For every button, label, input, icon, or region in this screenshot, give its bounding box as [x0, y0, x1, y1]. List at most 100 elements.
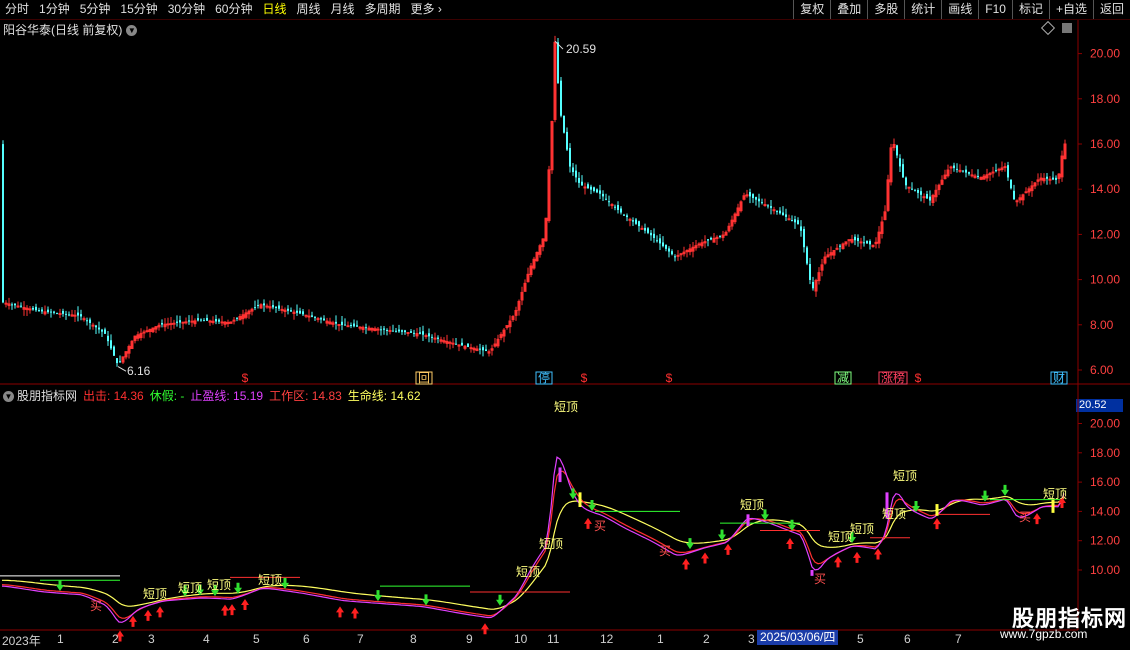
candle	[299, 307, 301, 315]
ind-y-tick-label-2: 16.00	[1090, 475, 1120, 489]
candle	[791, 215, 793, 222]
candle	[982, 173, 986, 180]
indicator-text-15: 买	[594, 519, 606, 533]
candle	[455, 338, 457, 345]
candle	[694, 240, 698, 251]
candle	[280, 305, 284, 314]
candle	[181, 321, 185, 330]
candle	[2, 140, 4, 304]
candle	[911, 182, 913, 191]
date-label-6: 6	[303, 632, 310, 646]
candle	[511, 315, 515, 322]
indicator-text-3: 短顶	[1043, 487, 1067, 501]
candle	[653, 228, 655, 243]
candle	[620, 206, 622, 215]
date-label-7: 7	[357, 632, 364, 646]
candle	[479, 343, 481, 355]
candle	[745, 189, 749, 198]
candle	[388, 326, 392, 335]
candle	[985, 168, 989, 182]
date-axis: 2023年 1 2 3 4 5 6 7 8 9 10 11 12 1 2 3 5 6 7	[0, 631, 1078, 648]
buy-arrow-icon	[724, 543, 732, 555]
candle	[682, 246, 686, 257]
candle	[431, 334, 433, 343]
stock-chart[interactable]: 20.00 18.00 16.00 14.00 12.00 10.00 8.00 6.00 20…	[0, 0, 1130, 650]
candle	[65, 310, 67, 320]
candle	[656, 235, 658, 243]
candle	[82, 316, 86, 322]
candle	[899, 154, 901, 172]
candle	[475, 345, 479, 352]
candle	[529, 263, 533, 278]
candle	[353, 319, 355, 328]
candle	[176, 315, 178, 327]
candle	[314, 316, 316, 322]
candle	[238, 313, 242, 321]
candle	[472, 346, 476, 353]
candle	[220, 315, 224, 327]
candle	[113, 345, 115, 356]
candle	[920, 187, 922, 202]
date-label-17: 6	[904, 632, 911, 646]
candle	[761, 198, 763, 205]
ind-y-tick-label-1: 18.00	[1090, 446, 1120, 460]
candle	[566, 127, 568, 151]
candle	[287, 305, 289, 315]
candle	[461, 338, 463, 346]
candle	[16, 301, 20, 308]
candle	[22, 301, 26, 316]
candle	[32, 305, 34, 311]
candle	[590, 184, 592, 195]
candle	[215, 314, 217, 325]
candle	[265, 303, 269, 309]
candle	[328, 317, 332, 325]
candle	[356, 320, 358, 327]
candle	[154, 326, 158, 334]
indicator-text-5: 短顶	[850, 522, 874, 536]
buy-arrow-icon	[129, 615, 137, 627]
candle	[523, 279, 527, 292]
candle	[373, 326, 377, 332]
candle	[676, 250, 680, 261]
buy-arrow-icon	[144, 609, 152, 621]
date-label-8: 8	[410, 632, 417, 646]
candle	[290, 307, 292, 313]
candle	[508, 315, 512, 334]
ind-y-tick-label-3: 14.00	[1090, 504, 1120, 518]
indicator-text-8: 短顶	[516, 565, 540, 579]
candle	[1046, 173, 1048, 185]
candle	[550, 120, 554, 174]
candle	[917, 188, 919, 199]
candle	[538, 243, 542, 258]
candle	[1007, 161, 1009, 181]
candle	[272, 300, 274, 310]
candle	[370, 327, 374, 333]
candle	[485, 344, 487, 352]
event-marker-7: $	[915, 371, 922, 385]
buy-arrow-icon	[351, 607, 359, 619]
candle	[445, 334, 449, 348]
candle	[526, 267, 530, 283]
y-tick-label-4: 12.00	[1090, 227, 1120, 241]
candle	[812, 276, 814, 291]
candle	[350, 322, 352, 329]
candle	[457, 344, 461, 352]
candle	[817, 267, 821, 285]
candle	[979, 176, 983, 181]
candle	[490, 344, 494, 356]
candle	[304, 314, 308, 319]
candle	[442, 337, 446, 344]
candle	[193, 318, 197, 327]
candle	[857, 234, 859, 247]
indicator-text-11: 短顶	[178, 581, 202, 595]
candle	[841, 242, 845, 250]
candle	[98, 321, 100, 334]
candle	[499, 332, 503, 341]
candle	[4, 300, 8, 308]
candle	[337, 324, 341, 332]
candle	[413, 329, 415, 337]
candle	[311, 311, 313, 318]
date-label-12: 12	[600, 632, 614, 646]
candle	[419, 327, 421, 335]
candle	[422, 325, 424, 341]
